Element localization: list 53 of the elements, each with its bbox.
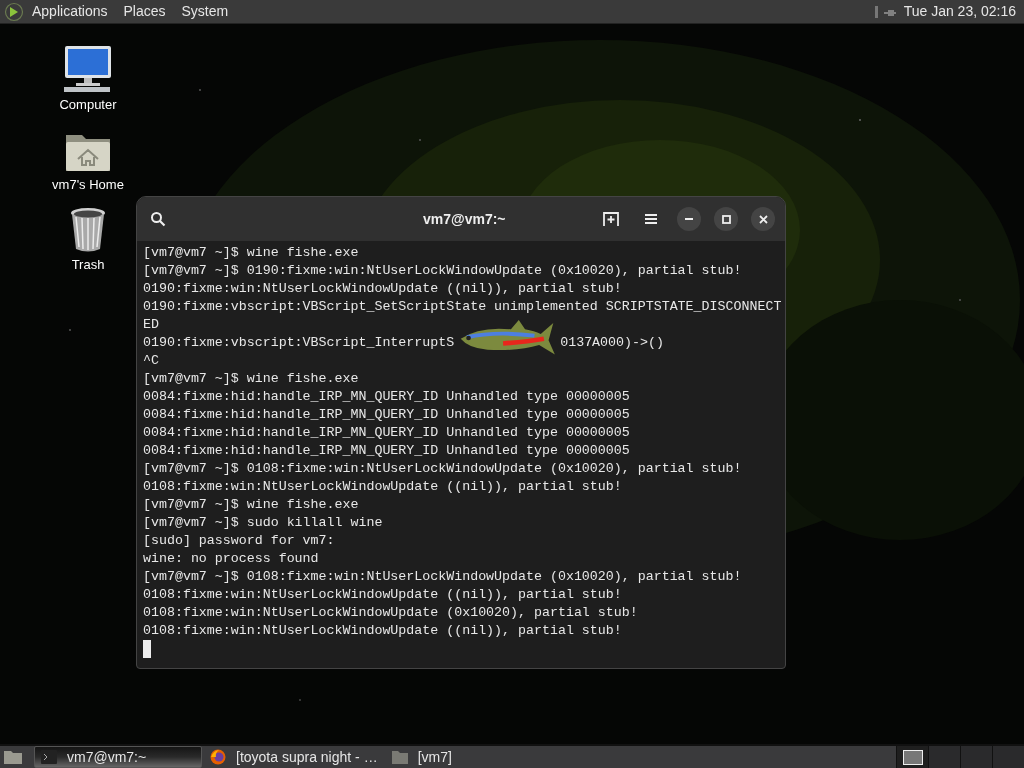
minimize-button[interactable] <box>677 207 701 231</box>
menu-item[interactable]: System <box>181 1 229 22</box>
terminal-line: 0108:fixme:win:NtUserLockWindowUpdate ((nil)), partial stub! <box>143 478 622 496</box>
terminal-line: [vm7@vm7 ~]$ 0108:fixme:win:NtUserLockWindowUpdate (0x10020), partial stub! <box>143 568 742 586</box>
minimize-icon <box>685 218 693 220</box>
trash-icon <box>68 206 108 253</box>
terminal-line: [vm7@vm7 ~]$ 0190:fixme:win:NtUserLockWindowUpdate (0x10020), partial stub! <box>143 262 742 280</box>
terminal-line: wine: no process found <box>143 550 319 568</box>
terminal-line: [sudo] password for vm7: <box>143 532 335 550</box>
taskbar-button[interactable]: [toyota supra night - … <box>204 746 384 768</box>
terminal-line: 0084:fixme:hid:handle_IRP_MN_QUERY_ID Unhandled type 00000005 <box>143 442 630 460</box>
text-cursor <box>143 640 151 658</box>
icon-label[interactable]: vm7's Home <box>52 174 124 194</box>
new-tab-icon <box>603 212 619 226</box>
terminal-icon <box>41 750 57 764</box>
menu-item[interactable]: Places <box>123 1 166 22</box>
desktop-icon <box>4 750 22 764</box>
search-icon <box>150 211 166 227</box>
logo-icon[interactable] <box>4 1 24 22</box>
monitor-icon <box>62 44 114 93</box>
maximize-icon <box>721 214 731 224</box>
terminal-line: 0084:fixme:hid:handle_IRP_MN_QUERY_ID Unhandled type 00000005 <box>143 406 630 424</box>
workspace-button[interactable] <box>896 746 928 768</box>
terminal-line: ^C <box>143 352 159 370</box>
terminal-line: 0084:fixme:hid:handle_IRP_MN_QUERY_ID Unhandled type 00000005 <box>143 424 630 442</box>
terminal-line: [vm7@vm7 ~]$ wine fishe.exe <box>143 244 359 262</box>
clock[interactable]: Tue Jan 23, 02:16 <box>903 1 1016 22</box>
window-title: vm7@vm7:~ <box>423 210 506 229</box>
icon-label[interactable]: Computer <box>59 94 117 114</box>
taskbar-button[interactable]: vm7@vm7:~ <box>34 746 202 768</box>
terminal-line: 0190:fixme:win:NtUserLockWindowUpdate ((nil)), partial stub! <box>143 280 622 298</box>
terminal-line: 0190:fixme:vbscript:VBScript_InterruptS <box>143 334 455 352</box>
window-thumbnail-icon <box>902 749 923 765</box>
terminal-line: ED <box>143 316 159 334</box>
menu-item[interactable]: Applications <box>32 1 108 22</box>
maximize-button[interactable] <box>714 207 738 231</box>
terminal-line: 0137A000)->() <box>560 334 664 352</box>
terminal-line: [vm7@vm7 ~]$ wine fishe.exe <box>143 370 359 388</box>
terminal-line: 0108:fixme:win:NtUserLockWindowUpdate ((nil)), partial stub! <box>143 622 622 640</box>
menu-icon <box>645 214 657 224</box>
terminal-line: 0084:fixme:hid:handle_IRP_MN_QUERY_ID Unhandled type 00000005 <box>143 388 630 406</box>
close-icon <box>758 214 768 224</box>
terminal-line: 0108:fixme:win:NtUserLockWindowUpdate (0x10020), partial stub! <box>143 604 638 622</box>
terminal-line: 0190:fixme:vbscript:VBScript_SetScriptState unimplemented SCRIPTSTATE_DISCONNECT <box>143 298 782 316</box>
terminal-line: [vm7@vm7 ~]$ sudo killall wine <box>143 514 383 532</box>
terminal-line: [vm7@vm7 ~]$ wine fishe.exe <box>143 496 359 514</box>
icon-label[interactable]: Trash <box>71 254 105 274</box>
terminal-line: 0108:fixme:win:NtUserLockWindowUpdate ((nil)), partial stub! <box>143 586 622 604</box>
folder-icon <box>391 750 408 764</box>
close-button[interactable] <box>751 207 775 231</box>
fox-globe-icon <box>210 749 226 765</box>
terminal-line: [vm7@vm7 ~]$ 0108:fixme:win:NtUserLockWindowUpdate (0x10020), partial stub! <box>143 460 742 478</box>
taskbar-button[interactable]: [vm7] <box>385 746 506 768</box>
